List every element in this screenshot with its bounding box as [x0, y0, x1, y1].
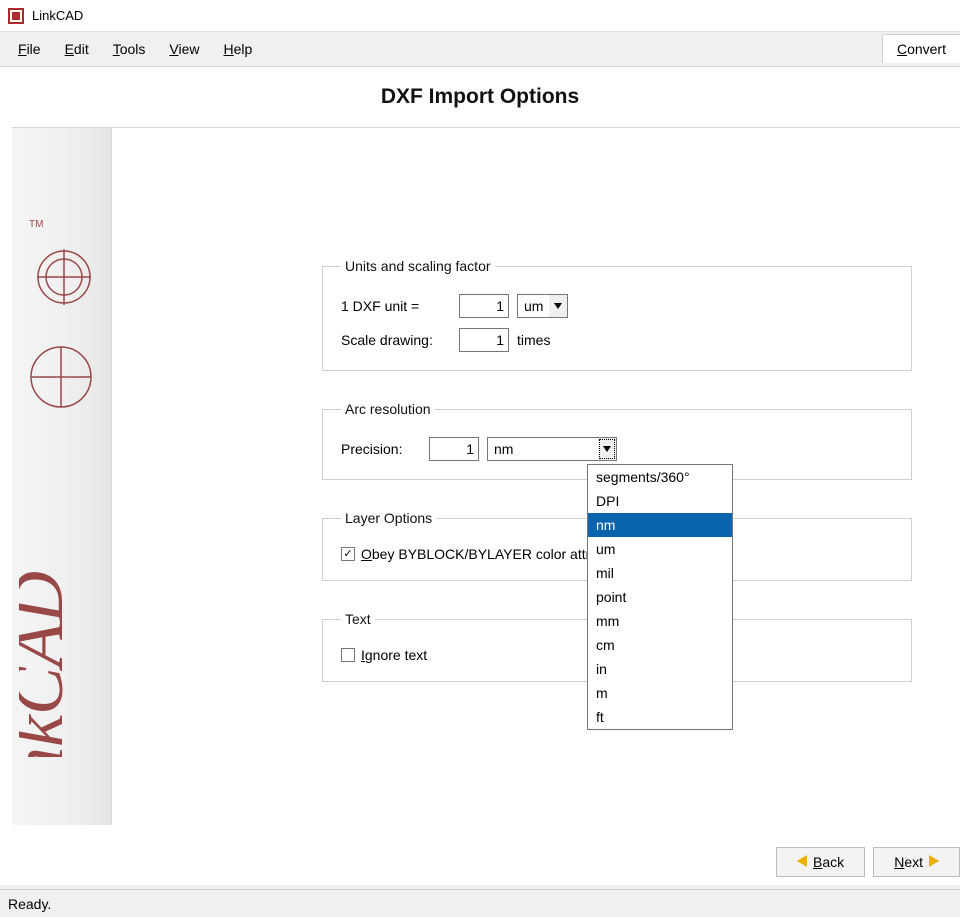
form-area: Units and scaling factor 1 DXF unit = um… [112, 128, 960, 825]
unit-label: 1 DXF unit = [341, 298, 451, 314]
precision-option[interactable]: cm [588, 633, 732, 657]
back-button[interactable]: Back [776, 847, 865, 877]
menu-edit[interactable]: Edit [53, 35, 101, 63]
menu-help[interactable]: Help [212, 35, 265, 63]
svg-text:TM: TM [29, 219, 43, 230]
ignore-text-checkbox[interactable] [341, 648, 355, 662]
precision-option[interactable]: point [588, 585, 732, 609]
menu-view[interactable]: View [157, 35, 211, 63]
linkcad-icon [8, 8, 24, 24]
scale-label: Scale drawing: [341, 332, 451, 348]
triangle-left-icon [797, 854, 807, 870]
unit-value-input[interactable] [459, 294, 509, 318]
precision-option[interactable]: nm [588, 513, 732, 537]
group-layer-legend: Layer Options [341, 510, 436, 526]
chevron-down-icon[interactable] [598, 438, 616, 460]
precision-option[interactable]: in [588, 657, 732, 681]
precision-option[interactable]: mm [588, 609, 732, 633]
next-label: Next [894, 854, 923, 870]
scale-suffix: times [517, 332, 550, 348]
window-title: LinkCAD [32, 8, 83, 23]
precision-label: Precision: [341, 441, 421, 457]
chevron-down-icon[interactable] [549, 295, 567, 317]
precision-dropdown-list[interactable]: segments/360° DPI nm um mil point mm cm … [587, 464, 733, 730]
unit-combo-value: um [518, 295, 549, 317]
svg-text:linkCAD: linkCAD [19, 571, 78, 757]
next-button[interactable]: Next [873, 847, 960, 877]
nav-buttons: Back Next [776, 847, 960, 877]
sidebar-logo: linkCAD TM [12, 128, 112, 825]
content-wrap: linkCAD TM Units and scaling factor 1 DX… [12, 127, 960, 825]
precision-option[interactable]: um [588, 537, 732, 561]
precision-option[interactable]: ft [588, 705, 732, 729]
unit-combo[interactable]: um [517, 294, 568, 318]
menu-tools[interactable]: Tools [101, 35, 158, 63]
back-label: Back [813, 854, 844, 870]
precision-combo-value: nm [488, 438, 598, 460]
obey-checkbox[interactable] [341, 547, 355, 561]
scale-value-input[interactable] [459, 328, 509, 352]
page-title: DXF Import Options [0, 67, 960, 119]
statusbar: Ready. [0, 889, 960, 917]
group-arc-legend: Arc resolution [341, 401, 435, 417]
precision-value-input[interactable] [429, 437, 479, 461]
triangle-right-icon [929, 854, 939, 870]
menubar: File Edit Tools View Help Convert [0, 32, 960, 66]
precision-option[interactable]: m [588, 681, 732, 705]
ignore-text-label[interactable]: Ignore text [361, 647, 427, 663]
precision-option[interactable]: DPI [588, 489, 732, 513]
group-units: Units and scaling factor 1 DXF unit = um… [322, 258, 912, 371]
titlebar: LinkCAD [0, 0, 960, 32]
group-text-legend: Text [341, 611, 375, 627]
status-text: Ready. [8, 896, 51, 912]
group-units-legend: Units and scaling factor [341, 258, 495, 274]
precision-combo[interactable]: nm [487, 437, 617, 461]
main-panel: DXF Import Options linkCAD TM [0, 66, 960, 885]
tab-convert[interactable]: Convert [882, 34, 960, 63]
precision-option[interactable]: segments/360° [588, 465, 732, 489]
precision-option[interactable]: mil [588, 561, 732, 585]
menu-file[interactable]: File [6, 35, 53, 63]
